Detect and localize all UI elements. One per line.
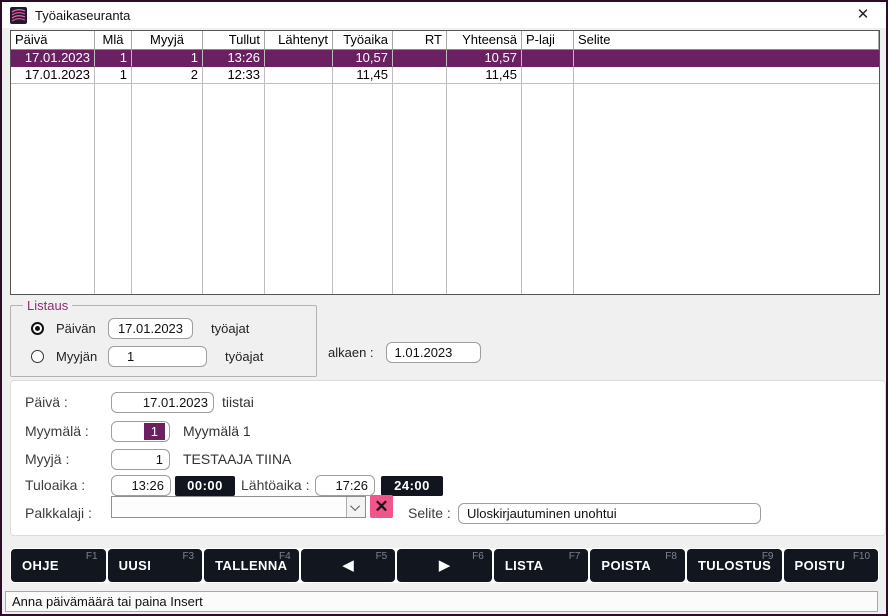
cell-lahtenyt[interactable] bbox=[265, 50, 333, 67]
weekday-text: tiistai bbox=[222, 394, 254, 410]
myymala-input[interactable]: 1 bbox=[111, 421, 170, 442]
palkkalaji-dropdown[interactable] bbox=[111, 496, 366, 518]
lahtoaika-input[interactable] bbox=[315, 475, 375, 496]
cell-mla[interactable]: 1 bbox=[95, 67, 132, 84]
column-header[interactable]: Yhteensä bbox=[447, 31, 522, 50]
cell-yhteensa[interactable]: 10,57 bbox=[447, 50, 522, 67]
lahtoaika-limit-badge: 24:00 bbox=[381, 476, 443, 496]
cell-yhteensa[interactable]: 11,45 bbox=[447, 67, 522, 84]
fkey-label: F4 bbox=[279, 551, 291, 562]
function-toolbar: OHJE F1 UUSI F3 TALLENNA F4 ◀ F5 ▶ F6 LI… bbox=[10, 548, 879, 583]
fkey-label: F8 bbox=[665, 551, 677, 562]
tallenna-button[interactable]: TALLENNA F4 bbox=[204, 549, 299, 582]
next-button[interactable]: ▶ F6 bbox=[397, 549, 492, 582]
tuloaika-input[interactable] bbox=[111, 475, 171, 496]
radio-paivan[interactable] bbox=[31, 322, 44, 335]
cell-plaji[interactable] bbox=[522, 67, 574, 84]
paiva-label: Päivä : bbox=[25, 394, 68, 410]
alkaen-date-input[interactable] bbox=[386, 342, 481, 363]
tuloaika-label: Tuloaika : bbox=[25, 477, 85, 493]
fkey-label: F10 bbox=[853, 551, 870, 562]
paiva-input[interactable] bbox=[111, 392, 214, 413]
cell-lahtenyt[interactable] bbox=[265, 67, 333, 84]
column-header[interactable]: Päivä bbox=[11, 31, 95, 50]
app-window: Työaikaseuranta ✕ Päivä Mlä Myyjä Tullut… bbox=[0, 0, 888, 616]
fkey-label: F3 bbox=[182, 551, 194, 562]
radio-paivan-label: Päivän bbox=[56, 321, 104, 336]
cell-paiva[interactable]: 17.01.2023 bbox=[11, 67, 95, 84]
window-title: Työaikaseuranta bbox=[35, 8, 130, 23]
groupbox-title: Listaus bbox=[23, 298, 72, 313]
column-header[interactable]: P-laji bbox=[522, 31, 574, 50]
status-message: Anna päivämäärä tai paina Insert bbox=[12, 594, 203, 609]
record-form: Päivä : tiistai Myymälä : 1 Myymälä 1 My… bbox=[10, 380, 886, 536]
column-header[interactable]: Tullut bbox=[203, 31, 265, 50]
column-header[interactable]: RT bbox=[393, 31, 447, 50]
ohje-button[interactable]: OHJE F1 bbox=[11, 549, 106, 582]
fkey-label: F5 bbox=[376, 551, 388, 562]
column-header[interactable]: Myyjä bbox=[132, 31, 203, 50]
fkey-label: F7 bbox=[569, 551, 581, 562]
cell-tyoaika[interactable]: 11,45 bbox=[333, 67, 393, 84]
radio-myyjan[interactable] bbox=[31, 350, 44, 363]
cell-plaji[interactable] bbox=[522, 50, 574, 67]
dropdown-button[interactable] bbox=[346, 497, 365, 517]
paivan-date-input[interactable] bbox=[108, 318, 193, 339]
selite-label: Selite : bbox=[408, 505, 451, 521]
status-bar: Anna päivämäärä tai paina Insert bbox=[5, 591, 878, 612]
myymala-label: Myymälä : bbox=[25, 423, 89, 439]
column-header[interactable]: Mlä bbox=[95, 31, 132, 50]
column-header[interactable]: Lähtenyt bbox=[265, 31, 333, 50]
lahtoaika-label: Lähtöaika : bbox=[241, 477, 310, 493]
myymala-name-text: Myymälä 1 bbox=[183, 423, 251, 439]
clear-palkkalaji-button[interactable]: ✕ bbox=[370, 495, 393, 518]
column-header[interactable]: Työaika bbox=[333, 31, 393, 50]
close-icon[interactable]: ✕ bbox=[848, 2, 878, 28]
selite-input[interactable] bbox=[458, 503, 761, 524]
cell-mla[interactable]: 1 bbox=[95, 50, 132, 67]
cell-myyja[interactable]: 1 bbox=[132, 50, 203, 67]
cell-rt[interactable] bbox=[393, 50, 447, 67]
previous-button[interactable]: ◀ F5 bbox=[301, 549, 396, 582]
cell-tullut[interactable]: 12:33 bbox=[203, 67, 265, 84]
myyja-input[interactable] bbox=[111, 449, 170, 470]
tulostus-button[interactable]: TULOSTUS F9 bbox=[687, 549, 782, 582]
column-header[interactable]: Selite bbox=[574, 31, 879, 50]
app-logo-icon bbox=[10, 7, 27, 24]
palkkalaji-label: Palkkalaji : bbox=[25, 505, 92, 521]
worktime-table[interactable]: Päivä Mlä Myyjä Tullut Lähtenyt Työaika … bbox=[10, 30, 880, 295]
cell-rt[interactable] bbox=[393, 67, 447, 84]
cell-paiva[interactable]: 17.01.2023 bbox=[11, 50, 95, 67]
myyjan-number-input[interactable] bbox=[108, 346, 207, 367]
poistu-button[interactable]: POISTU F10 bbox=[784, 549, 879, 582]
myyja-name-text: TESTAAJA TIINA bbox=[183, 451, 291, 467]
lista-button[interactable]: LISTA F7 bbox=[494, 549, 589, 582]
myymala-selected-value: 1 bbox=[144, 423, 165, 440]
uusi-button[interactable]: UUSI F3 bbox=[108, 549, 203, 582]
tuloaika-limit-badge: 00:00 bbox=[175, 476, 235, 496]
cell-myyja[interactable]: 2 bbox=[132, 67, 203, 84]
cell-selite[interactable] bbox=[574, 67, 879, 84]
palkkalaji-selected-value bbox=[112, 497, 346, 517]
myyjan-suffix: työajat bbox=[225, 349, 263, 364]
title-bar: Työaikaseuranta ✕ bbox=[2, 2, 886, 28]
poista-button[interactable]: POISTA F8 bbox=[590, 549, 685, 582]
fkey-label: F6 bbox=[472, 551, 484, 562]
fkey-label: F1 bbox=[86, 551, 98, 562]
cell-tullut[interactable]: 13:26 bbox=[203, 50, 265, 67]
paivan-suffix: työajat bbox=[211, 321, 249, 336]
fkey-label: F9 bbox=[762, 551, 774, 562]
alkaen-label: alkaen : bbox=[328, 345, 374, 360]
radio-myyjan-label: Myyjän bbox=[56, 349, 104, 364]
cell-tyoaika[interactable]: 10,57 bbox=[333, 50, 393, 67]
cell-selite[interactable] bbox=[574, 50, 879, 67]
listaus-groupbox: Listaus Päivän työajat Myyjän työajat bbox=[10, 305, 317, 377]
myyja-label: Myyjä : bbox=[25, 451, 69, 467]
chevron-down-icon bbox=[350, 501, 360, 511]
